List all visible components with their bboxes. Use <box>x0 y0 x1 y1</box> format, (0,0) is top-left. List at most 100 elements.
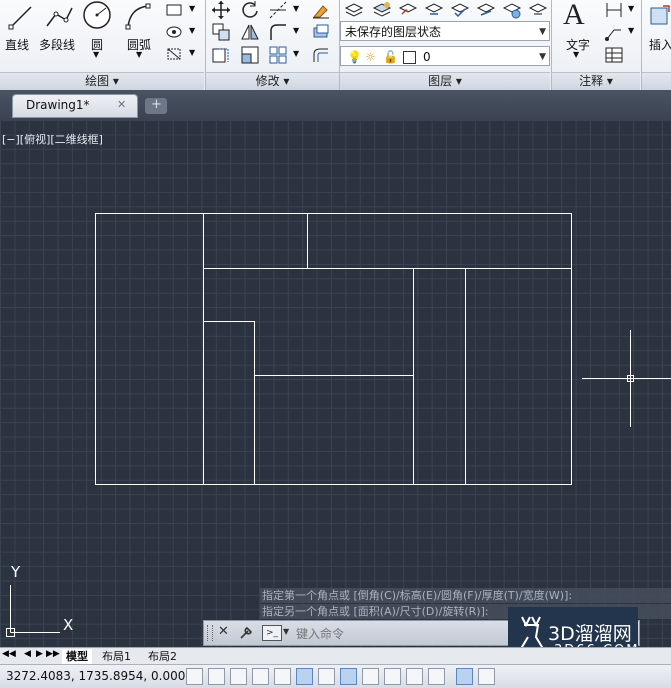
polyline-button[interactable]: 多段线 <box>38 0 78 52</box>
insert-block-icon <box>650 5 670 25</box>
status-bar: 3272.4083, 1735.8954, 0.0000 <box>0 664 671 688</box>
next-layout-arrow[interactable]: ▶ <box>36 649 43 659</box>
fillet-icon[interactable] <box>268 22 288 42</box>
tab-drawing1[interactable]: Drawing1* ✕ <box>12 94 138 118</box>
hatch-button[interactable]: ▼ <box>163 22 199 42</box>
scale-icon[interactable] <box>240 45 260 65</box>
chevron-down-icon: ▼ <box>189 48 196 57</box>
copy-icon[interactable] <box>211 22 231 42</box>
grip-handle[interactable] <box>207 625 213 641</box>
object-snap-toggle[interactable] <box>296 668 313 685</box>
move-icon[interactable] <box>211 0 231 20</box>
explode-icon[interactable] <box>311 22 331 42</box>
layer-off-icon[interactable] <box>528 0 548 20</box>
line-icon <box>8 6 32 30</box>
close-icon[interactable]: ✕ <box>218 624 229 639</box>
insert-panel-title[interactable] <box>642 72 671 90</box>
leader-icon[interactable] <box>604 22 624 42</box>
selection-cycling-toggle[interactable] <box>478 668 495 685</box>
tab-layout2[interactable]: 布局2 <box>148 649 177 664</box>
last-layout-arrow[interactable]: ▶▶ <box>46 649 60 659</box>
layout-tab-bar: ◀◀ ◀ ▶ ▶▶ 模型 布局1 布局2 <box>0 647 671 665</box>
dimension-icon[interactable] <box>604 0 624 20</box>
mirror-icon[interactable] <box>240 22 260 42</box>
drawing-canvas[interactable]: Y X <box>0 120 671 647</box>
coordinate-readout[interactable]: 3272.4083, 1735.8954, 0.0000 <box>6 669 193 683</box>
tab-model[interactable]: 模型 <box>62 649 92 664</box>
quick-properties-toggle[interactable] <box>456 668 473 685</box>
dynamic-input-toggle[interactable] <box>384 668 401 685</box>
layer-properties-icon[interactable] <box>344 0 364 20</box>
layer-match-icon[interactable] <box>398 0 418 20</box>
chevron-down-icon[interactable]: ▼ <box>293 4 299 13</box>
layer-value: 0 <box>423 50 431 64</box>
watermark-title: 3D溜溜网 <box>548 623 632 645</box>
chevron-down-icon[interactable]: ▼ <box>293 26 299 35</box>
draw-panel-title[interactable]: 绘图 ▾ <box>0 72 204 90</box>
table-icon[interactable] <box>604 45 624 65</box>
trim-icon[interactable] <box>268 0 288 20</box>
line-label: 直线 <box>5 38 30 52</box>
array-icon[interactable] <box>268 45 288 65</box>
circle-button[interactable]: 圆 ▼ <box>80 0 114 62</box>
3d-osnap-toggle[interactable] <box>318 668 335 685</box>
ucs-y-label: Y <box>11 563 21 581</box>
grid-display-toggle[interactable] <box>230 668 247 685</box>
layers-panel-title[interactable]: 图层 ▾ <box>340 72 550 90</box>
first-layout-arrow[interactable]: ◀◀ <box>2 649 16 659</box>
bulb-icon: 💡 <box>347 50 362 64</box>
layer-isolate-icon[interactable] <box>450 0 470 20</box>
line-button[interactable]: 直线 <box>2 0 36 52</box>
layer-previous-icon[interactable] <box>424 0 444 20</box>
polyline-icon <box>46 7 73 27</box>
text-icon: A <box>563 0 585 31</box>
chevron-down-icon[interactable]: ▼ <box>93 50 99 59</box>
erase-icon[interactable] <box>311 0 331 20</box>
chevron-down-icon[interactable]: ▼ <box>136 50 142 59</box>
layer-combo[interactable]: 💡 ☼ 🔓 0 ▼ <box>340 46 550 66</box>
prev-layout-arrow[interactable]: ◀ <box>24 649 31 659</box>
chevron-down-icon[interactable]: ▼ <box>628 4 634 13</box>
wrench-icon[interactable] <box>238 625 254 641</box>
lineweight-toggle[interactable] <box>406 668 423 685</box>
layer-state-icon[interactable] <box>372 0 392 20</box>
viewport-controls[interactable]: [−][俯视][二维线框] <box>2 131 103 147</box>
stretch-icon[interactable] <box>211 45 231 65</box>
snap-mode-toggle[interactable] <box>208 668 225 685</box>
insert-label: 插入 <box>649 38 671 52</box>
close-icon[interactable]: ✕ <box>117 98 126 111</box>
outer-rectangle[interactable] <box>95 213 572 485</box>
arc-button[interactable]: 圆弧 ▼ <box>122 0 158 62</box>
chevron-down-icon[interactable]: ▼ <box>628 26 634 35</box>
insert-button[interactable]: 插入 <box>645 0 671 64</box>
gradient-button[interactable]: ▼ <box>163 44 199 64</box>
tab-layout1[interactable]: 布局1 <box>102 649 131 664</box>
layer-state-value: 未保存的图层状态 <box>345 25 442 39</box>
chevron-down-icon[interactable]: ▼ <box>293 49 299 58</box>
crosshair-cursor <box>582 330 671 427</box>
new-tab-button[interactable]: + <box>145 97 167 114</box>
layer-freeze-icon[interactable] <box>502 0 522 20</box>
arc-icon <box>125 3 151 30</box>
layer-state-combo[interactable]: 未保存的图层状态 ▼ <box>340 21 550 41</box>
drawing-geometry <box>6 213 671 637</box>
offset-icon[interactable] <box>311 45 331 65</box>
layer-unisolate-icon[interactable] <box>476 0 496 20</box>
object-snap-tracking-toggle[interactable] <box>340 668 357 685</box>
transparency-toggle[interactable] <box>428 668 445 685</box>
polyline-label: 多段线 <box>39 38 76 52</box>
command-prompt-icon[interactable]: >_ <box>262 625 282 641</box>
rectangle-button[interactable]: ▼ <box>163 0 199 20</box>
chevron-down-icon[interactable]: ▼ <box>283 627 289 636</box>
text-button[interactable]: A 文字 ▼ <box>556 0 596 64</box>
hatch-icon <box>166 26 182 38</box>
polar-tracking-toggle[interactable] <box>274 668 291 685</box>
infer-constraints-toggle[interactable] <box>186 668 203 685</box>
chevron-down-icon: ▼ <box>539 27 546 37</box>
modify-panel-title[interactable]: 修改 ▾ <box>206 72 339 90</box>
rotate-icon[interactable] <box>240 0 260 20</box>
ortho-mode-toggle[interactable] <box>252 668 269 685</box>
ucs-toggle[interactable] <box>362 668 379 685</box>
polyline-segment[interactable] <box>203 321 255 485</box>
annotation-panel-title[interactable]: 注释 ▾ <box>552 72 640 90</box>
